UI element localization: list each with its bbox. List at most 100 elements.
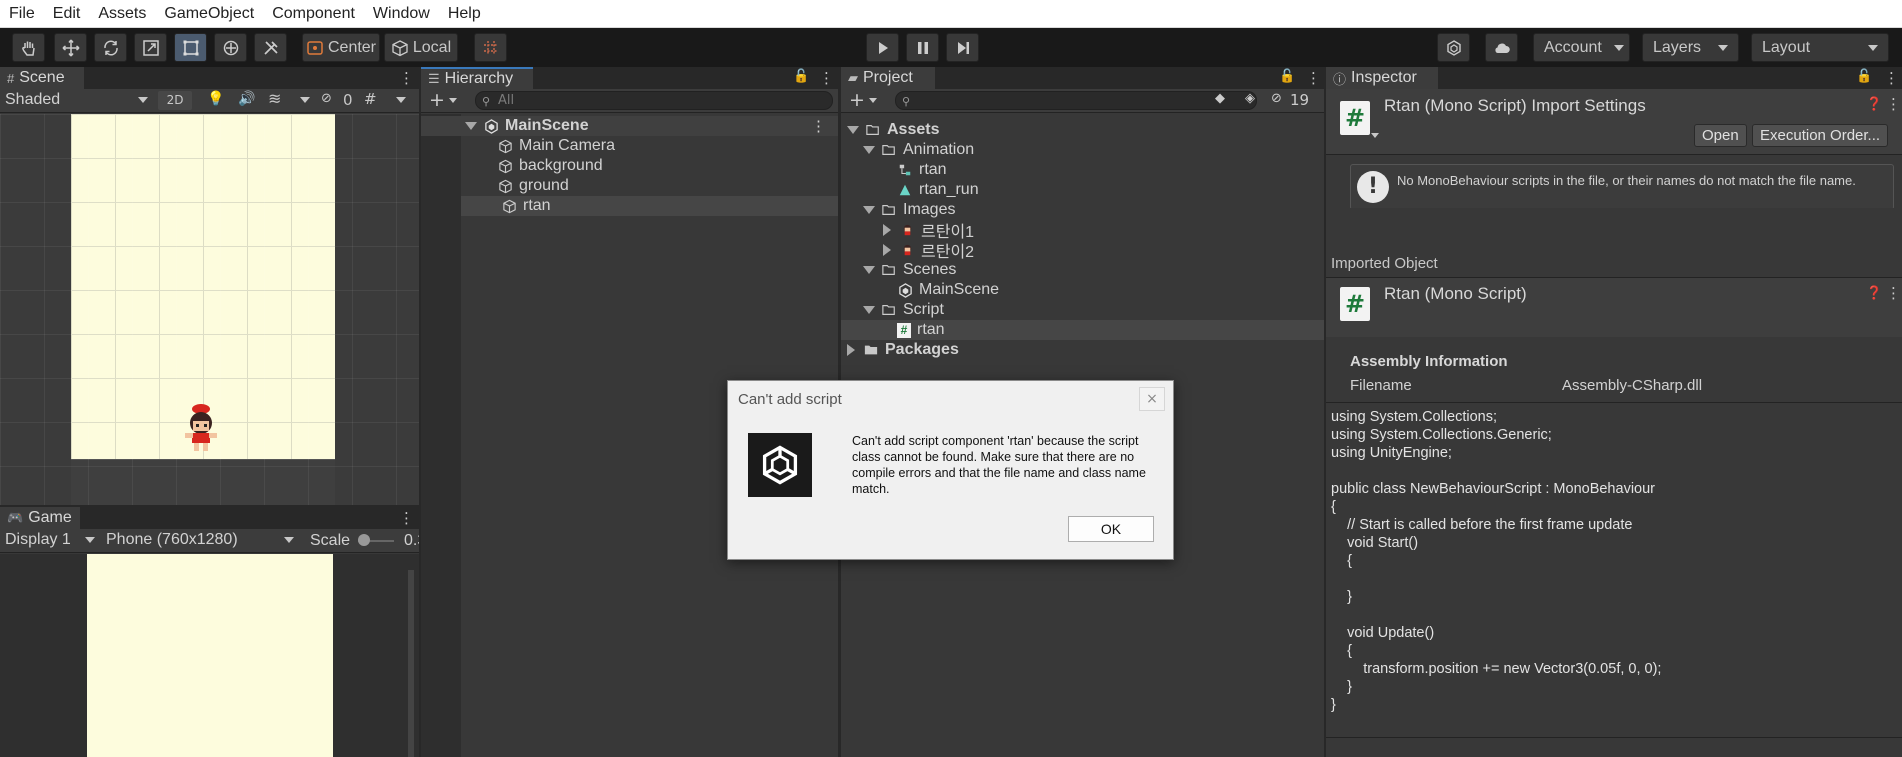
hierarchy-menu-icon[interactable]: ⋮ (819, 69, 834, 87)
collapse-arrow-icon[interactable] (883, 224, 891, 236)
label-tag-icon[interactable]: ◈ (1245, 91, 1255, 106)
tab-game[interactable]: 🎮 Game (0, 507, 80, 529)
expand-arrow-icon[interactable] (863, 146, 875, 154)
expand-arrow-icon[interactable] (863, 306, 875, 314)
project-item-rtan-controller[interactable]: rtan (841, 160, 1324, 180)
audio-icon[interactable]: 🔊 (238, 91, 255, 107)
scene-menu-icon[interactable]: ⋮ (399, 69, 414, 87)
expand-arrow-icon[interactable] (863, 206, 875, 214)
add-icon[interactable]: + (429, 89, 445, 111)
tab-scene[interactable]: # Scene (0, 67, 84, 89)
tab-hierarchy[interactable]: ☰ Hierarchy (421, 67, 533, 89)
inspector-menu-icon[interactable]: ⋮ (1884, 69, 1899, 87)
menu-component[interactable]: Component (263, 0, 364, 28)
hidden-objects-icon[interactable]: ⊘ (321, 91, 332, 106)
resolution-dropdown[interactable]: Phone (760x1280) (106, 531, 296, 550)
effects-icon[interactable]: ≋ (268, 89, 281, 108)
menu-file[interactable]: File (0, 0, 44, 28)
menu-gameobject[interactable]: GameObject (155, 0, 263, 28)
game-viewport[interactable] (0, 554, 419, 757)
game-scrollbar[interactable] (408, 570, 414, 757)
rect-tool-button[interactable] (174, 33, 207, 62)
ok-button[interactable]: OK (1068, 516, 1154, 542)
rect-transform-icon (183, 40, 198, 55)
search-by-type-icon[interactable]: ◆ (1215, 91, 1225, 106)
project-folder-scenes[interactable]: Scenes (841, 260, 1324, 280)
project-item-rtan-script[interactable]: # rtan (841, 320, 1324, 340)
step-button[interactable] (946, 33, 979, 62)
project-folder-images[interactable]: Images (841, 200, 1324, 220)
collab-button[interactable] (1437, 33, 1470, 62)
display-dropdown[interactable]: Display 1 (5, 531, 97, 550)
scene-root-row[interactable]: MainScene ⋮ (421, 116, 838, 136)
hierarchy-item-background[interactable]: background (421, 156, 838, 176)
menu-assets[interactable]: Assets (89, 0, 155, 28)
collapse-arrow-icon[interactable] (883, 244, 891, 256)
project-item-image-1[interactable]: 르탄이1 (841, 220, 1324, 241)
transform-tool-button[interactable] (214, 33, 247, 62)
account-dropdown[interactable]: Account (1533, 33, 1630, 62)
pivot-local-button[interactable]: Local (384, 33, 458, 62)
help-icon[interactable]: ❓ (1866, 286, 1882, 301)
scale-slider-thumb[interactable] (358, 534, 370, 546)
menu-window[interactable]: Window (364, 0, 439, 28)
project-folder-assets[interactable]: Assets (841, 120, 1324, 140)
project-folder-script[interactable]: Script (841, 300, 1324, 320)
project-search-input[interactable]: ⚲ (895, 91, 1257, 110)
shading-mode-dropdown[interactable]: Shaded (5, 91, 150, 110)
menu-edit[interactable]: Edit (44, 0, 90, 28)
pause-button[interactable] (906, 33, 939, 62)
open-button[interactable]: Open (1694, 124, 1747, 147)
expand-arrow-icon[interactable] (863, 266, 875, 274)
hierarchy-item-main-camera[interactable]: Main Camera (421, 136, 838, 156)
expand-arrow-icon[interactable] (465, 122, 477, 130)
hand-tool-button[interactable] (12, 33, 45, 62)
cloud-button[interactable] (1485, 33, 1518, 62)
game-menu-icon[interactable]: ⋮ (399, 509, 414, 527)
expand-arrow-icon[interactable] (847, 126, 859, 134)
play-button[interactable] (866, 33, 899, 62)
project-item-rtan-run[interactable]: rtan_run (841, 180, 1324, 200)
project-menu-icon[interactable]: ⋮ (1306, 69, 1321, 87)
hierarchy-item-rtan[interactable]: rtan (461, 196, 838, 216)
grid-snap-button[interactable] (474, 33, 507, 62)
gizmos-icon[interactable]: # (364, 90, 377, 108)
help-icon[interactable]: ❓ (1866, 97, 1882, 112)
hidden-packages-icon[interactable]: ⊘ (1271, 91, 1282, 106)
project-folder-packages[interactable]: Packages (841, 340, 1324, 360)
layout-dropdown[interactable]: Layout (1751, 33, 1889, 62)
hierarchy-search-input[interactable]: ⚲ All (475, 91, 833, 110)
scene-options-icon[interactable]: ⋮ (811, 117, 826, 135)
chevron-down-icon[interactable] (396, 97, 406, 103)
project-folder-animation[interactable]: Animation (841, 140, 1324, 160)
lock-icon[interactable]: 🔓 (793, 69, 809, 84)
menu-help[interactable]: Help (439, 0, 490, 28)
project-item-mainscene[interactable]: MainScene (841, 280, 1324, 300)
move-tool-button[interactable] (54, 33, 87, 62)
chevron-down-icon[interactable] (869, 98, 877, 103)
add-icon[interactable]: + (849, 89, 865, 111)
project-item-image-2[interactable]: 르탄이2 (841, 240, 1324, 261)
tab-inspector[interactable]: ⓘ Inspector (1326, 67, 1438, 89)
chevron-down-icon[interactable] (300, 97, 310, 103)
lock-icon[interactable]: 🔓 (1856, 69, 1872, 84)
pivot-center-button[interactable]: Center (302, 33, 380, 62)
options-icon[interactable]: ⋮ (1886, 95, 1901, 113)
scale-tool-button[interactable] (134, 33, 167, 62)
rotate-tool-button[interactable] (94, 33, 127, 62)
custom-tool-button[interactable] (254, 33, 287, 62)
lighting-icon[interactable]: 💡 (207, 91, 224, 107)
rtan-character-sprite[interactable] (177, 401, 225, 455)
lock-icon[interactable]: 🔓 (1279, 69, 1295, 84)
chevron-down-icon[interactable] (1371, 133, 1379, 138)
options-icon[interactable]: ⋮ (1886, 284, 1901, 302)
tab-project[interactable]: ▰ Project (841, 67, 935, 89)
2d-mode-toggle[interactable]: 2D (158, 91, 192, 110)
execution-order-button[interactable]: Execution Order... (1752, 124, 1889, 147)
scene-viewport[interactable] (0, 114, 419, 505)
hierarchy-item-ground[interactable]: ground (421, 176, 838, 196)
dialog-close-button[interactable]: × (1139, 387, 1165, 411)
layers-dropdown[interactable]: Layers (1642, 33, 1739, 62)
collapse-arrow-icon[interactable] (847, 344, 855, 356)
chevron-down-icon[interactable] (449, 98, 457, 103)
